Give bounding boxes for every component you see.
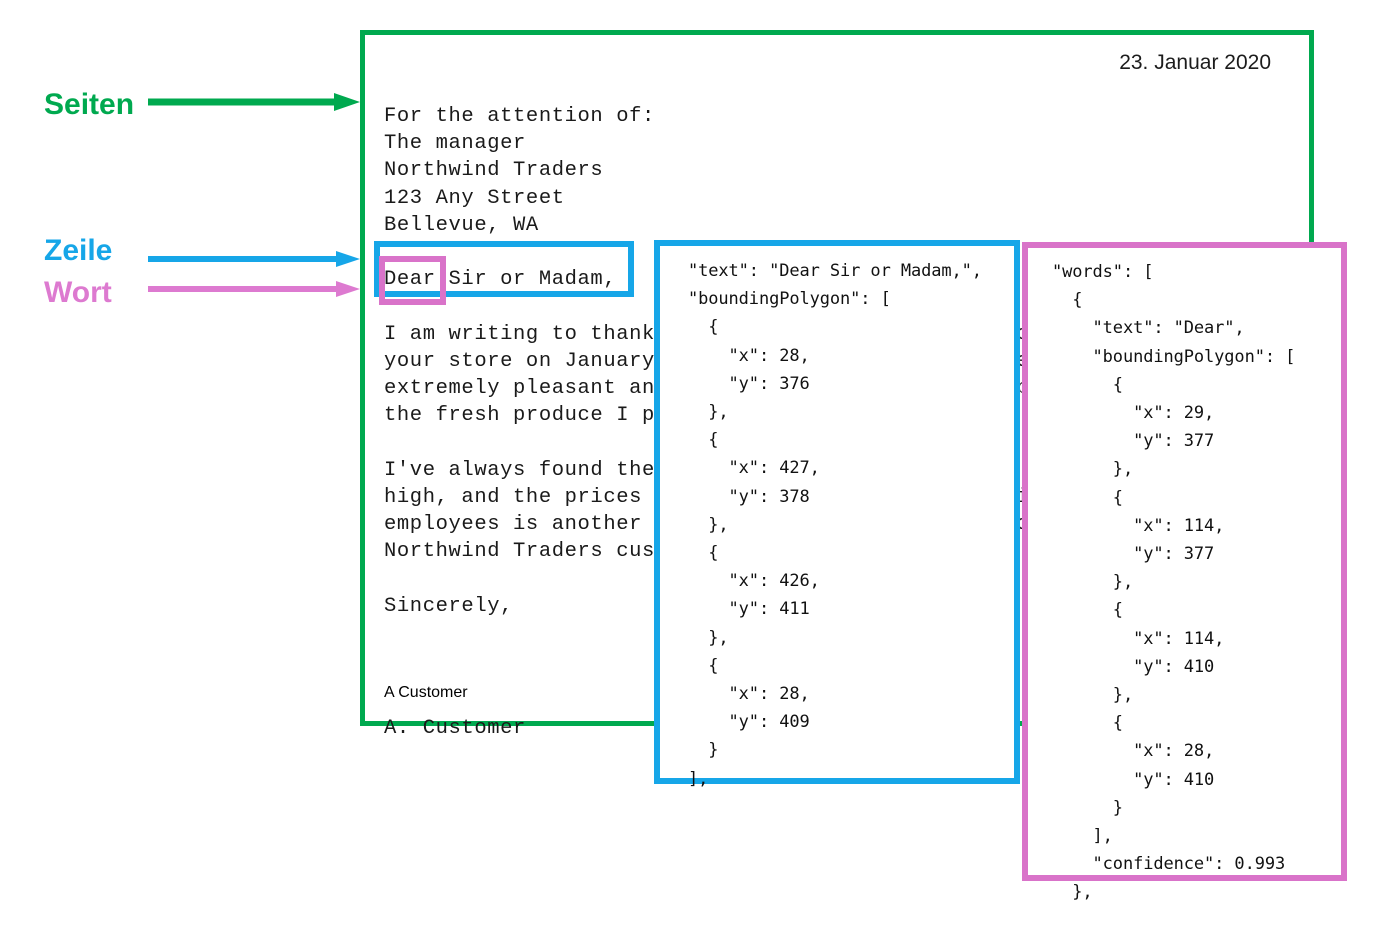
arrow-right-icon-wort [148,280,360,298]
signature-script: A Customer [384,684,468,701]
line-json-code: "text": "Dear Sir or Madam,", "boundingP… [688,261,982,789]
word-json-panel: "words": [ { "text": "Dear", "boundingPo… [1022,242,1347,902]
legend-label-seiten: Seiten [44,88,135,121]
arrow-right-icon-zeile [148,250,360,268]
line-json-panel: "text": "Dear Sir or Madam,", "boundingP… [654,240,1020,789]
arrow-right-icon-seiten [148,91,360,113]
legend-label-zeile: Zeile [44,234,113,267]
document-date: 23. Januar 2020 [1119,51,1271,74]
word-highlight-box [379,256,446,305]
signature-printed: A. Customer [384,717,526,740]
legend-label-wort: Wort [44,276,112,309]
word-json-code: "words": [ { "text": "Dear", "boundingPo… [1052,262,1296,903]
